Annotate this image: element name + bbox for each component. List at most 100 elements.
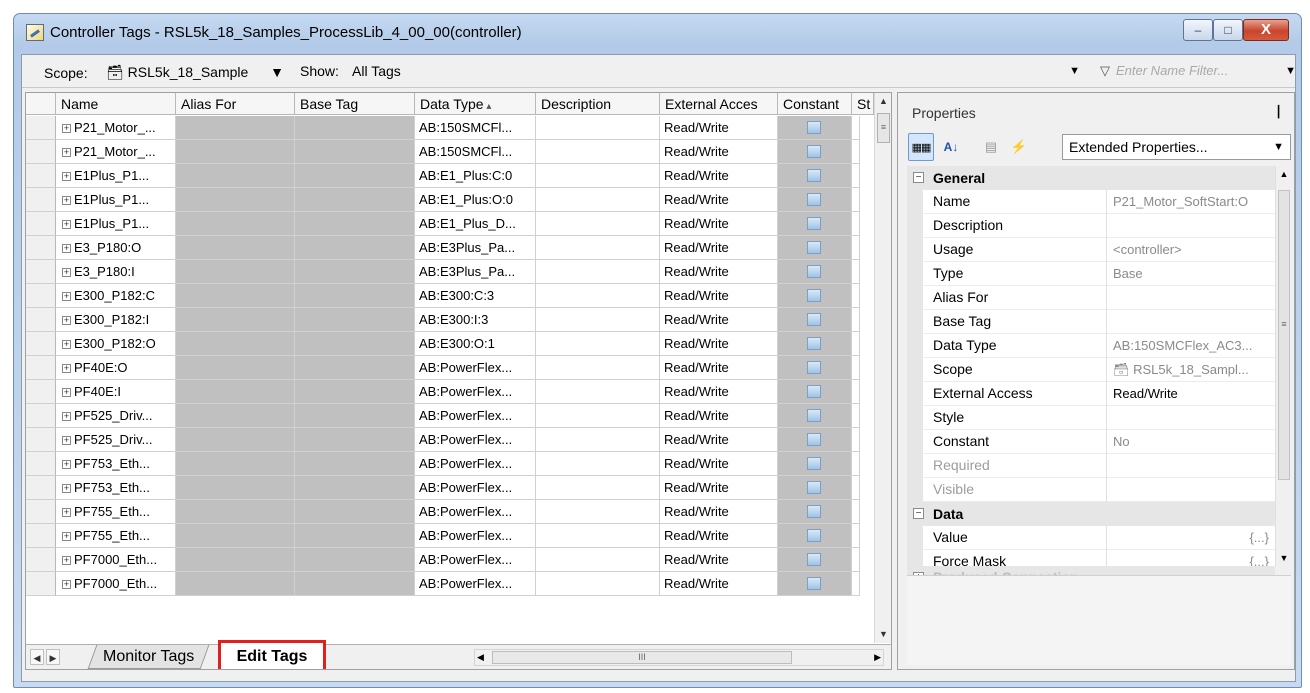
external-access-cell[interactable]: Read/Write	[660, 572, 778, 596]
column-header-base-tag[interactable]: Base Tag	[295, 93, 415, 115]
constant-checkbox[interactable]	[807, 241, 821, 254]
description-cell[interactable]	[536, 452, 660, 476]
constant-checkbox[interactable]	[807, 169, 821, 182]
constant-checkbox[interactable]	[807, 265, 821, 278]
description-cell[interactable]	[536, 236, 660, 260]
external-access-cell[interactable]: Read/Write	[660, 332, 778, 356]
tag-name-cell[interactable]: + PF753_Eth...	[56, 452, 176, 476]
table-row[interactable]: + PF755_Eth... AB:PowerFlex... Read/Write	[26, 500, 860, 524]
external-access-cell[interactable]: Read/Write	[660, 476, 778, 500]
external-access-cell[interactable]: Read/Write	[660, 380, 778, 404]
constant-checkbox[interactable]	[807, 481, 821, 494]
data-type-cell[interactable]: AB:E300:I:3	[415, 308, 536, 332]
external-access-cell[interactable]: Read/Write	[660, 524, 778, 548]
scroll-left-icon[interactable]: ◀	[477, 650, 484, 665]
expand-icon[interactable]: +	[62, 292, 71, 301]
expand-icon[interactable]: +	[62, 172, 71, 181]
data-type-cell[interactable]: AB:PowerFlex...	[415, 452, 536, 476]
name-filter-input[interactable]: ▽ Enter Name Filter... ▼	[1100, 60, 1296, 82]
external-access-cell[interactable]: Read/Write	[660, 404, 778, 428]
collapse-icon[interactable]: −	[913, 172, 924, 183]
row-selector[interactable]	[26, 212, 56, 236]
title-bar[interactable]: Controller Tags - RSL5k_18_Samples_Proce…	[14, 14, 1301, 54]
expand-icon[interactable]: +	[62, 196, 71, 205]
data-type-cell[interactable]: AB:PowerFlex...	[415, 524, 536, 548]
property-row[interactable]: Visible	[907, 478, 1275, 502]
tag-name-cell[interactable]: + E300_P182:I	[56, 308, 176, 332]
data-type-cell[interactable]: AB:PowerFlex...	[415, 428, 536, 452]
property-row[interactable]: Base Tag	[907, 310, 1275, 334]
property-row[interactable]: Data Type AB:150SMCFlex_AC3...	[907, 334, 1275, 358]
table-row[interactable]: + PF753_Eth... AB:PowerFlex... Read/Write	[26, 452, 860, 476]
data-type-cell[interactable]: AB:PowerFlex...	[415, 500, 536, 524]
data-type-cell[interactable]: AB:150SMCFl...	[415, 116, 536, 140]
tag-name-cell[interactable]: + PF525_Driv...	[56, 404, 176, 428]
description-cell[interactable]	[536, 500, 660, 524]
external-access-cell[interactable]: Read/Write	[660, 236, 778, 260]
expand-icon[interactable]: +	[62, 148, 71, 157]
constant-checkbox[interactable]	[807, 433, 821, 446]
external-access-cell[interactable]: Read/Write	[660, 356, 778, 380]
description-cell[interactable]	[536, 356, 660, 380]
constant-checkbox[interactable]	[807, 289, 821, 302]
property-grid-scrollbar[interactable]: ▲ ≡ ▼	[1275, 166, 1291, 566]
row-selector[interactable]	[26, 236, 56, 260]
description-cell[interactable]	[536, 524, 660, 548]
style-cell[interactable]	[852, 380, 860, 404]
constant-checkbox[interactable]	[807, 553, 821, 566]
collapse-icon[interactable]: −	[913, 508, 924, 519]
row-selector[interactable]	[26, 548, 56, 572]
description-cell[interactable]	[536, 260, 660, 284]
style-cell[interactable]	[852, 284, 860, 308]
description-cell[interactable]	[536, 188, 660, 212]
data-type-cell[interactable]: AB:E3Plus_Pa...	[415, 260, 536, 284]
expand-icon[interactable]: +	[62, 220, 71, 229]
tag-name-cell[interactable]: + E3_P180:I	[56, 260, 176, 284]
tag-name-cell[interactable]: + PF40E:O	[56, 356, 176, 380]
style-cell[interactable]	[852, 572, 860, 596]
row-selector[interactable]	[26, 428, 56, 452]
data-type-cell[interactable]: AB:PowerFlex...	[415, 356, 536, 380]
categorized-icon[interactable]: ▦▦	[908, 133, 934, 161]
row-selector[interactable]	[26, 332, 56, 356]
external-access-cell[interactable]: Read/Write	[660, 260, 778, 284]
row-header-corner[interactable]	[26, 93, 56, 115]
data-type-cell[interactable]: AB:E1_Plus_D...	[415, 212, 536, 236]
expand-icon[interactable]: +	[62, 460, 71, 469]
expand-icon[interactable]: +	[62, 388, 71, 397]
style-cell[interactable]	[852, 356, 860, 380]
row-selector[interactable]	[26, 452, 56, 476]
table-row[interactable]: + E3_P180:I AB:E3Plus_Pa... Read/Write	[26, 260, 860, 284]
scroll-down-icon[interactable]: ▼	[875, 626, 891, 643]
show-dropdown[interactable]: All Tags ▼	[352, 60, 1080, 82]
extended-properties-dropdown[interactable]: Extended Properties... ▼	[1062, 134, 1291, 160]
property-row[interactable]: Scope 🗃 RSL5k_18_Sampl...	[907, 358, 1275, 382]
column-header-external-access[interactable]: External Acces	[660, 93, 778, 115]
description-cell[interactable]	[536, 380, 660, 404]
style-cell[interactable]	[852, 548, 860, 572]
constant-checkbox[interactable]	[807, 217, 821, 230]
expand-icon[interactable]: +	[62, 244, 71, 253]
tag-name-cell[interactable]: + P21_Motor_...	[56, 116, 176, 140]
data-type-cell[interactable]: AB:PowerFlex...	[415, 476, 536, 500]
description-cell[interactable]	[536, 308, 660, 332]
property-row[interactable]: Style	[907, 406, 1275, 430]
description-cell[interactable]	[536, 428, 660, 452]
data-type-cell[interactable]: AB:E1_Plus:C:0	[415, 164, 536, 188]
property-row[interactable]: External Access Read/Write	[907, 382, 1275, 406]
style-cell[interactable]	[852, 500, 860, 524]
row-selector[interactable]	[26, 188, 56, 212]
property-pages-icon[interactable]: ▤	[978, 133, 1004, 161]
tag-name-cell[interactable]: + E1Plus_P1...	[56, 212, 176, 236]
expand-icon[interactable]: +	[62, 340, 71, 349]
tag-name-cell[interactable]: + P21_Motor_...	[56, 140, 176, 164]
row-selector[interactable]	[26, 260, 56, 284]
property-row[interactable]: Alias For	[907, 286, 1275, 310]
category-data[interactable]: − Data	[907, 502, 1291, 526]
external-access-cell[interactable]: Read/Write	[660, 548, 778, 572]
property-row[interactable]: Description	[907, 214, 1275, 238]
description-cell[interactable]	[536, 212, 660, 236]
external-access-cell[interactable]: Read/Write	[660, 188, 778, 212]
style-cell[interactable]	[852, 140, 860, 164]
tag-name-cell[interactable]: + PF7000_Eth...	[56, 572, 176, 596]
